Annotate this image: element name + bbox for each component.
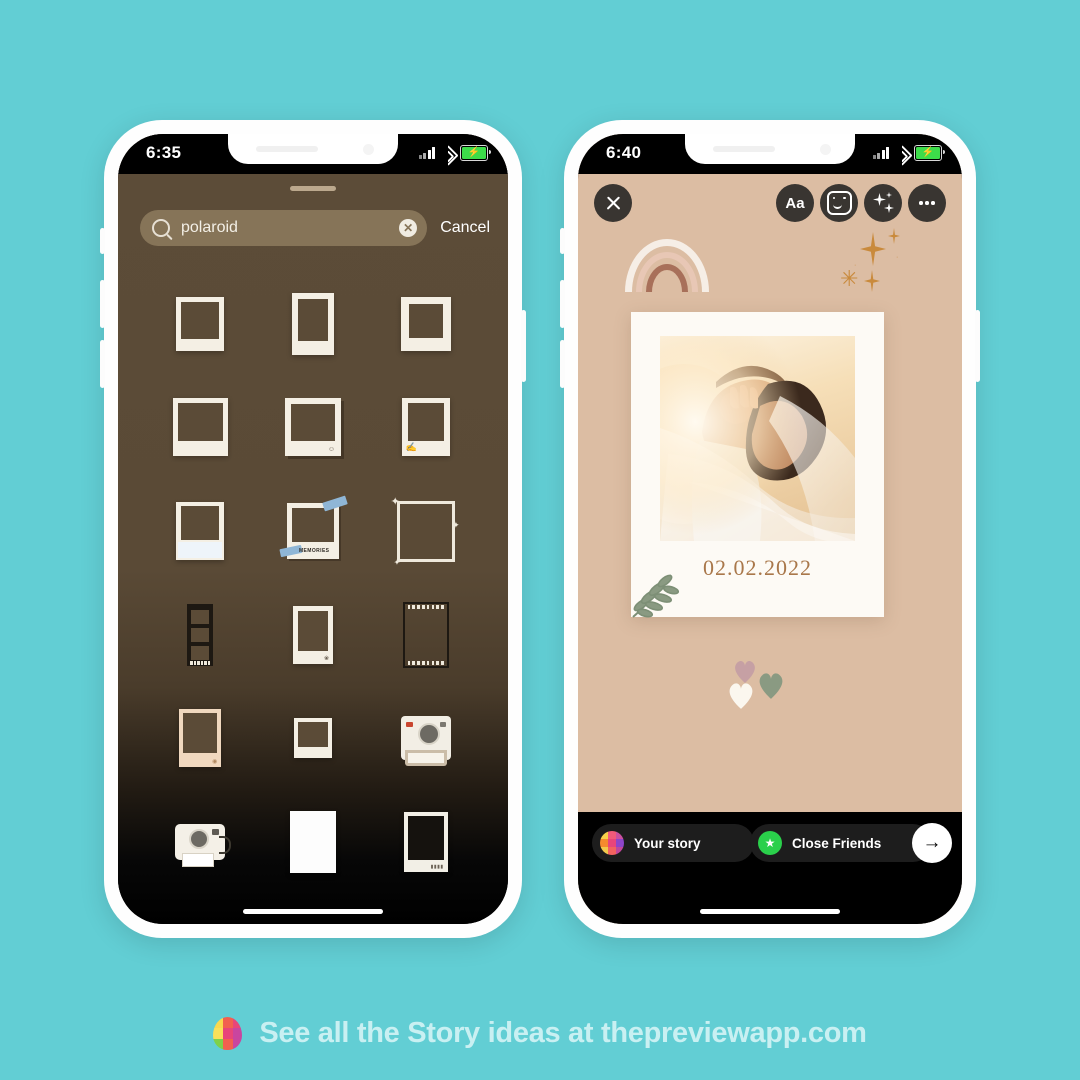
speaker-grill <box>713 146 775 152</box>
signal-bars-icon <box>418 147 435 159</box>
status-icons: ⚡ <box>872 144 945 167</box>
left-phone-frame: polaroid ✕ Cancel ☺ ✍ MEMORIES ✦ ✦ ✦ ❀ ◉… <box>100 120 526 938</box>
sticker-item[interactable] <box>257 272 370 376</box>
close-friends-button[interactable]: ★ Close Friends <box>750 824 932 862</box>
sparkles-icon <box>872 192 894 214</box>
search-icon <box>152 219 170 237</box>
send-button[interactable]: → <box>912 823 952 863</box>
battery-charging-icon: ⚡ <box>460 145 491 161</box>
power-button[interactable] <box>521 310 526 382</box>
sticker-item[interactable]: ☺ <box>257 376 370 480</box>
clear-x-icon[interactable]: ✕ <box>399 219 418 237</box>
sticker-item[interactable]: ▮▮▮▮ <box>369 790 482 894</box>
home-indicator[interactable] <box>700 909 840 914</box>
story-canvas[interactable]: ✳ · · 02.02.2022 Aa Your story ★ Close F… <box>578 134 962 924</box>
footer: See all the Story ideas at thepreviewapp… <box>0 1017 1080 1050</box>
close-button[interactable] <box>594 184 632 222</box>
more-options-icon <box>919 201 935 205</box>
sticker-item[interactable] <box>144 790 257 894</box>
battery-charging-icon: ⚡ <box>914 145 945 161</box>
sticker-search-sheet: polaroid ✕ Cancel ☺ ✍ MEMORIES ✦ ✦ ✦ ❀ ◉… <box>118 134 508 924</box>
boho-rainbow-sticker[interactable] <box>625 239 709 292</box>
text-tool-label: Aa <box>785 194 805 212</box>
mute-switch[interactable] <box>560 228 565 254</box>
phone-notch <box>685 134 855 164</box>
volume-up-button[interactable] <box>560 280 565 328</box>
sticker-item[interactable] <box>369 272 482 376</box>
your-story-label: Your story <box>634 835 701 851</box>
close-friends-label: Close Friends <box>792 835 882 851</box>
sticker-item[interactable] <box>144 272 257 376</box>
mockup-canvas: polaroid ✕ Cancel ☺ ✍ MEMORIES ✦ ✦ ✦ ❀ ◉… <box>0 0 1080 1080</box>
sticker-item[interactable] <box>369 687 482 791</box>
sticker-button[interactable] <box>820 184 858 222</box>
front-camera <box>820 144 831 155</box>
cancel-button[interactable]: Cancel <box>440 219 490 237</box>
more-options-button[interactable] <box>908 184 946 222</box>
search-value: polaroid <box>181 219 238 236</box>
status-icons: ⚡ <box>418 144 491 167</box>
text-tool-button[interactable]: Aa <box>776 184 814 222</box>
your-story-button[interactable]: Your story <box>592 824 754 862</box>
share-bar: Your story ★ Close Friends → <box>578 812 962 924</box>
sticker-item[interactable] <box>144 479 257 583</box>
sticker-item[interactable] <box>144 376 257 480</box>
footer-text: See all the Story ideas at thepreviewapp… <box>259 1017 867 1049</box>
sticker-item[interactable] <box>369 583 482 687</box>
volume-down-button[interactable] <box>560 340 565 388</box>
signal-bars-icon <box>872 147 889 159</box>
status-time: 6:35 <box>146 143 182 162</box>
hearts-sticker-trio[interactable] <box>726 658 798 716</box>
instagram-grid-avatar <box>600 831 624 855</box>
mute-switch[interactable] <box>100 228 105 254</box>
sticker-item[interactable] <box>257 687 370 791</box>
sticker-item[interactable]: MEMORIES <box>257 479 370 583</box>
memories-label: MEMORIES <box>298 548 330 555</box>
power-button[interactable] <box>975 310 980 382</box>
phone-notch <box>228 134 398 164</box>
sticker-smiley-icon <box>826 191 852 215</box>
gold-sparkles-sticker[interactable]: ✳ · · <box>836 226 922 302</box>
volume-down-button[interactable] <box>100 340 105 388</box>
wifi-icon <box>436 144 459 167</box>
status-time: 6:40 <box>606 143 642 162</box>
search-input[interactable]: polaroid ✕ <box>140 210 428 246</box>
speaker-grill <box>256 146 318 152</box>
front-camera <box>363 144 374 155</box>
effects-button[interactable] <box>864 184 902 222</box>
home-indicator[interactable] <box>243 909 383 914</box>
volume-up-button[interactable] <box>100 280 105 328</box>
arrow-right-icon: → <box>922 832 942 853</box>
left-phone-screen: polaroid ✕ Cancel ☺ ✍ MEMORIES ✦ ✦ ✦ ❀ ◉… <box>118 134 508 924</box>
story-toolbar: Aa <box>578 174 962 236</box>
sticker-item[interactable]: ❀ <box>257 583 370 687</box>
right-phone-frame: ✳ · · 02.02.2022 Aa Your story ★ Close F… <box>560 120 980 938</box>
sticker-grid: ☺ ✍ MEMORIES ✦ ✦ ✦ ❀ ◉ ▮▮▮▮ <box>144 272 482 894</box>
right-phone-screen: ✳ · · 02.02.2022 Aa Your story ★ Close F… <box>578 134 962 924</box>
wifi-icon <box>890 144 913 167</box>
olive-branch-sticker[interactable] <box>627 563 689 621</box>
sticker-item[interactable]: ◉ <box>144 687 257 791</box>
sticker-item[interactable]: ✦ ✦ ✦ <box>369 479 482 583</box>
sticker-item[interactable] <box>144 583 257 687</box>
search-row: polaroid ✕ Cancel <box>140 210 490 246</box>
preview-app-logo <box>213 1017 243 1050</box>
sticker-item[interactable]: ✍ <box>369 376 482 480</box>
sheet-drag-handle[interactable] <box>290 186 336 191</box>
sticker-item[interactable] <box>257 790 370 894</box>
wedding-couple-sunset-photo <box>660 336 855 541</box>
close-x-icon <box>605 195 622 212</box>
wedding-polaroid-card[interactable]: 02.02.2022 <box>631 312 884 618</box>
close-friends-star-icon: ★ <box>758 831 782 855</box>
